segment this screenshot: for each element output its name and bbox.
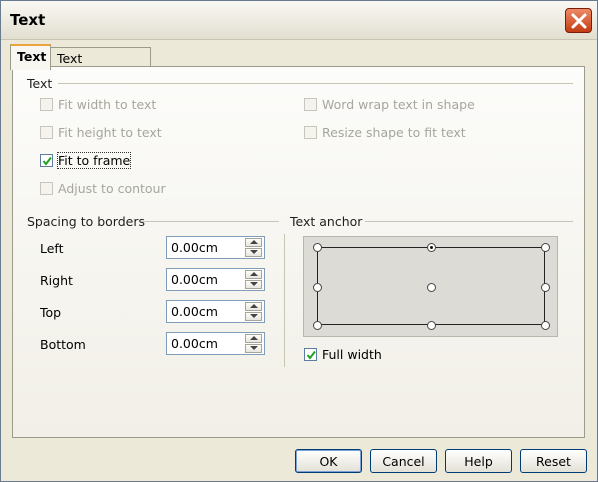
checkmark-icon <box>42 156 52 166</box>
word-wrap-label: Word wrap text in shape <box>322 97 475 112</box>
arrow-up-icon <box>250 304 258 308</box>
reset-button[interactable]: Reset <box>520 449 587 473</box>
anchor-section-label: Text anchor <box>290 214 363 229</box>
arrow-up-icon <box>250 272 258 276</box>
word-wrap-checkbox[interactable]: Word wrap text in shape <box>304 97 475 112</box>
full-width-checkbox[interactable]: Full width <box>304 347 382 362</box>
fit-width-checkbox[interactable]: Fit width to text <box>40 97 156 112</box>
decrement-button[interactable] <box>245 248 262 257</box>
top-spinbox[interactable] <box>166 300 265 323</box>
anchor-middle-left[interactable] <box>312 282 322 292</box>
decrement-button[interactable] <box>245 344 262 353</box>
anchor-middle-right[interactable] <box>540 282 550 292</box>
left-spinbox[interactable] <box>166 236 265 259</box>
increment-button[interactable] <box>245 270 262 279</box>
left-label: Left <box>40 241 64 256</box>
bottom-input[interactable] <box>169 335 243 352</box>
arrow-down-icon <box>250 250 258 254</box>
divider <box>58 83 573 84</box>
arrow-down-icon <box>250 282 258 286</box>
anchor-top-left[interactable] <box>312 242 322 252</box>
anchor-bottom-left[interactable] <box>312 320 322 330</box>
left-input[interactable] <box>169 239 243 256</box>
top-input[interactable] <box>169 303 243 320</box>
spacing-section-label: Spacing to borders <box>27 214 146 229</box>
increment-button[interactable] <box>245 238 262 247</box>
resize-shape-checkbox[interactable]: Resize shape to fit text <box>304 125 466 140</box>
divider <box>284 234 285 367</box>
help-button[interactable]: Help <box>445 449 512 473</box>
fit-height-label: Fit height to text <box>58 125 162 140</box>
divider <box>141 221 279 222</box>
full-width-label: Full width <box>322 347 382 362</box>
ok-button[interactable]: OK <box>295 449 362 473</box>
fit-width-label: Fit width to text <box>58 97 157 112</box>
checkmark-icon <box>306 350 316 360</box>
adjust-to-contour-label: Adjust to contour <box>58 181 166 196</box>
decrement-button[interactable] <box>245 280 262 289</box>
anchor-top-right[interactable] <box>540 242 550 252</box>
text-section-label: Text <box>27 76 53 91</box>
resize-shape-label: Resize shape to fit text <box>322 125 466 140</box>
anchor-bottom-center[interactable] <box>426 320 436 330</box>
anchor-top-center[interactable] <box>426 242 436 252</box>
right-input[interactable] <box>169 271 243 288</box>
cancel-button[interactable]: Cancel <box>370 449 437 473</box>
arrow-up-icon <box>250 240 258 244</box>
adjust-to-contour-checkbox[interactable]: Adjust to contour <box>40 181 166 196</box>
decrement-button[interactable] <box>245 312 262 321</box>
divider <box>365 221 573 222</box>
anchor-bottom-right[interactable] <box>540 320 550 330</box>
title-bar: Text <box>1 1 597 40</box>
bottom-spinbox[interactable] <box>166 332 265 355</box>
increment-button[interactable] <box>245 302 262 311</box>
bottom-label: Bottom <box>40 337 86 352</box>
close-button[interactable] <box>565 8 592 33</box>
right-spinbox[interactable] <box>166 268 265 291</box>
anchor-center[interactable] <box>426 282 436 292</box>
fit-to-frame-label: Fit to frame <box>56 152 132 169</box>
window-title: Text <box>10 11 46 29</box>
arrow-up-icon <box>250 336 258 340</box>
tab-text[interactable]: Text <box>10 44 51 70</box>
arrow-down-icon <box>250 346 258 350</box>
arrow-down-icon <box>250 314 258 318</box>
top-label: Top <box>40 305 62 320</box>
right-label: Right <box>40 273 73 288</box>
fit-to-frame-checkbox[interactable]: Fit to frame <box>40 152 132 169</box>
increment-button[interactable] <box>245 334 262 343</box>
close-icon <box>571 13 587 29</box>
fit-height-checkbox[interactable]: Fit height to text <box>40 125 162 140</box>
